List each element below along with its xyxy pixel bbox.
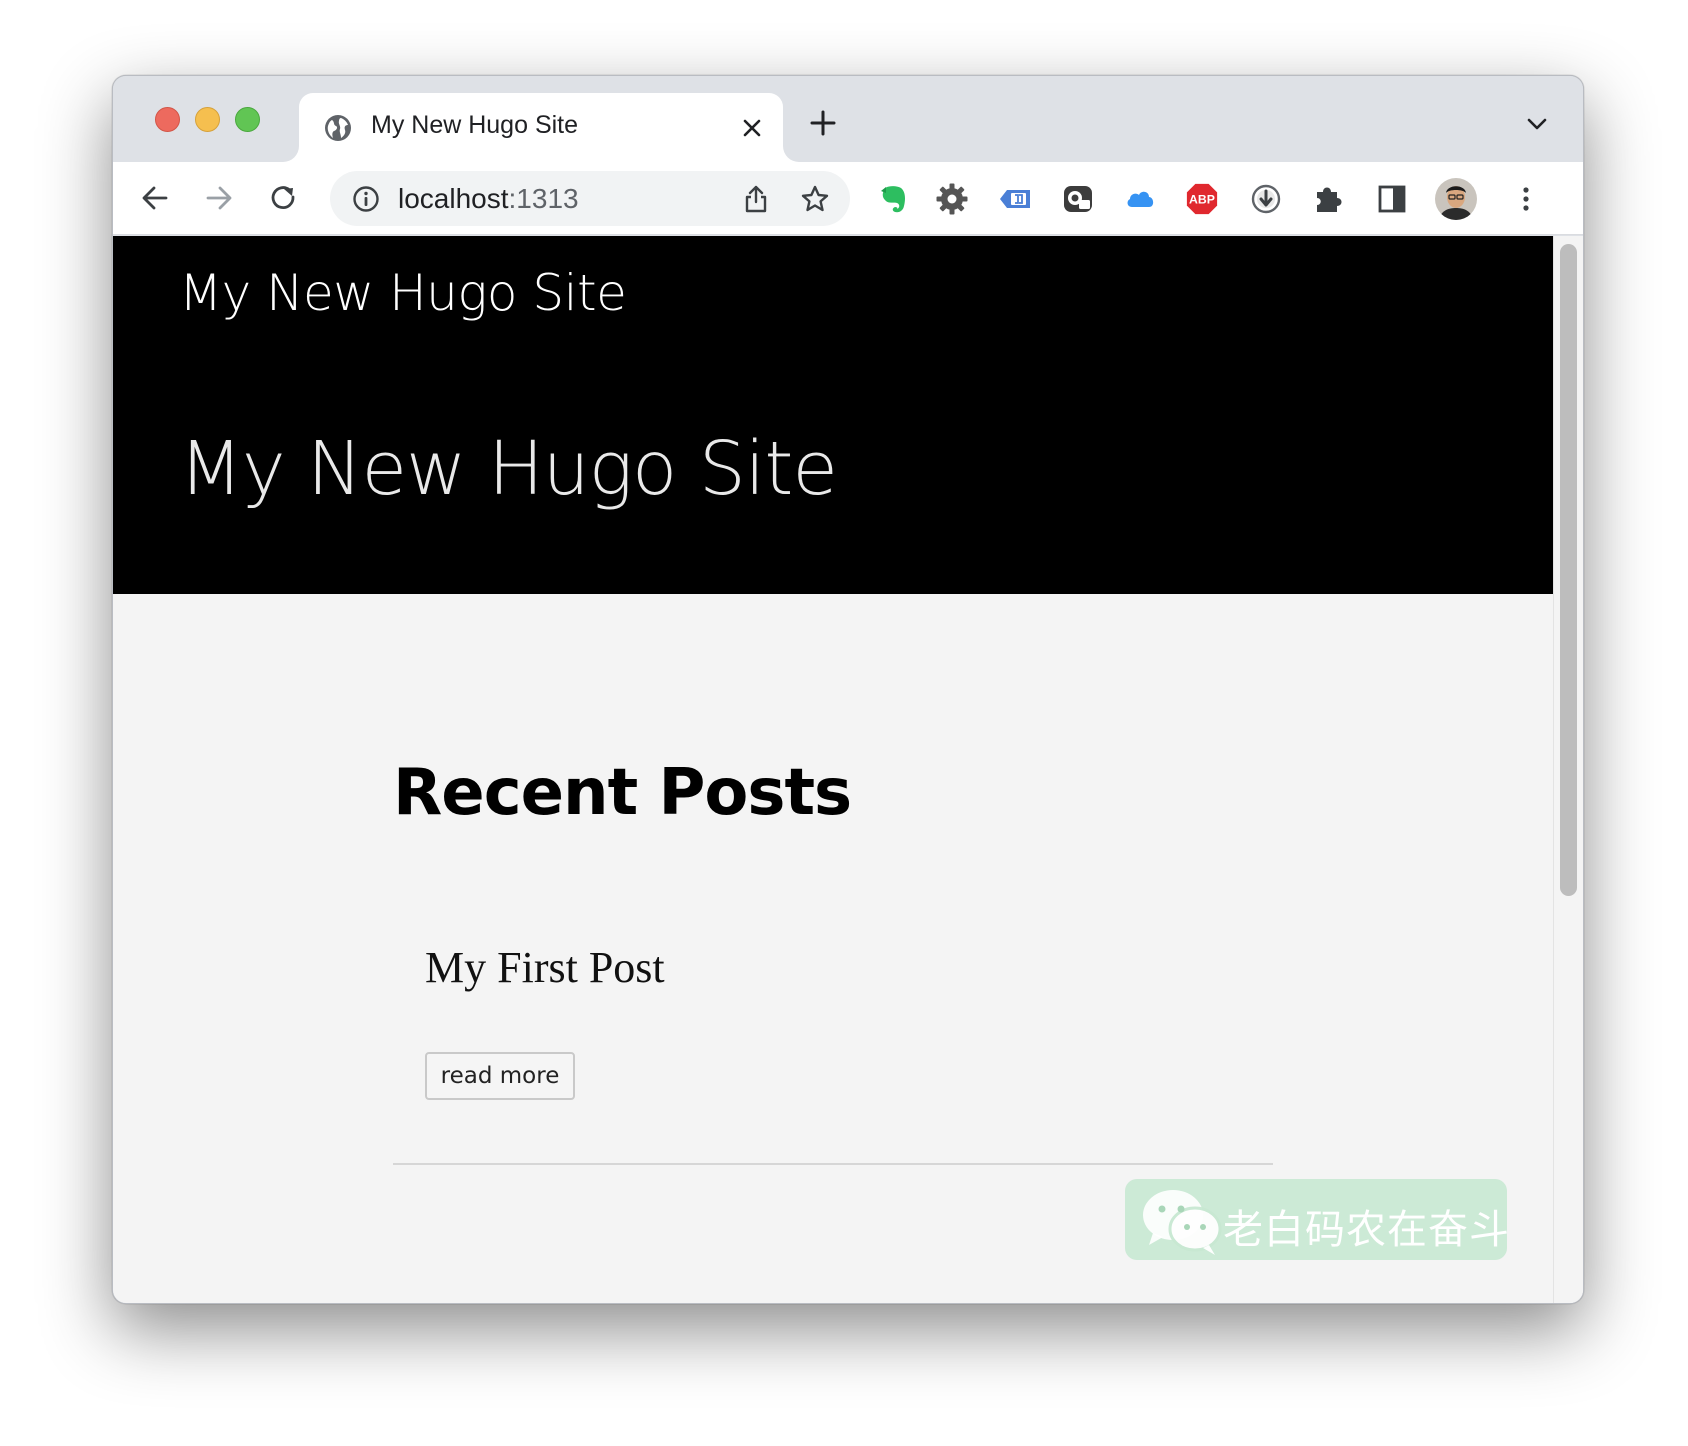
icloud-icon[interactable] (1123, 182, 1157, 216)
toolbar: localhost:1313 ABP (113, 162, 1583, 235)
page-viewport: My New Hugo Site My New Hugo Site Recent… (113, 236, 1583, 1303)
wechat-icon (1143, 1190, 1222, 1255)
screen-extension-icon[interactable] (1061, 182, 1095, 216)
window-maximize-button[interactable] (235, 107, 260, 132)
watermark: 老白码农在奋斗 (1125, 1179, 1510, 1260)
kebab-menu-icon[interactable] (1509, 182, 1543, 216)
gear-extension-icon[interactable] (935, 182, 969, 216)
address-bar[interactable]: localhost:1313 (330, 171, 850, 226)
section-title: Recent Posts (393, 756, 852, 830)
tab-close-icon[interactable] (741, 117, 763, 139)
tag-extension-icon[interactable] (998, 182, 1032, 216)
globe-icon (325, 115, 351, 141)
address-port: :1313 (508, 183, 579, 214)
side-panel-icon[interactable] (1375, 182, 1409, 216)
chevron-down-icon[interactable] (1525, 116, 1549, 132)
evernote-icon[interactable] (876, 182, 910, 216)
site-info-icon[interactable] (352, 185, 380, 213)
back-icon[interactable] (139, 182, 171, 214)
window-close-button[interactable] (155, 107, 180, 132)
puzzle-icon[interactable] (1311, 182, 1345, 216)
browser-window: My New Hugo Site localhost:1313 ABP My N… (112, 75, 1584, 1304)
tab-strip: My New Hugo Site (113, 76, 1583, 162)
post-title-link[interactable]: My First Post (425, 942, 665, 993)
bookmark-star-icon[interactable] (800, 184, 830, 214)
tab-active[interactable]: My New Hugo Site (299, 93, 783, 162)
address-url[interactable]: localhost:1313 (398, 183, 579, 215)
avatar[interactable] (1435, 178, 1477, 220)
tab-title: My New Hugo Site (371, 111, 579, 139)
watermark-text: 老白码农在奋斗 (1223, 1207, 1510, 1253)
scrollbar-thumb[interactable] (1560, 244, 1577, 896)
post-divider (393, 1163, 1273, 1165)
adblock-label: ABP (1189, 193, 1215, 207)
new-tab-icon[interactable] (808, 108, 838, 138)
reload-icon[interactable] (267, 182, 299, 214)
site-header: My New Hugo Site My New Hugo Site (113, 236, 1553, 594)
download-extension-icon[interactable] (1249, 182, 1283, 216)
site-name-link[interactable]: My New Hugo Site (179, 264, 627, 322)
forward-icon[interactable] (203, 182, 235, 214)
adblock-plus-icon[interactable]: ABP (1185, 182, 1219, 216)
address-host: localhost (398, 183, 509, 214)
share-icon[interactable] (742, 184, 770, 214)
window-minimize-button[interactable] (195, 107, 220, 132)
read-more-button[interactable]: read more (425, 1052, 575, 1100)
hero-title: My New Hugo Site (179, 426, 838, 512)
